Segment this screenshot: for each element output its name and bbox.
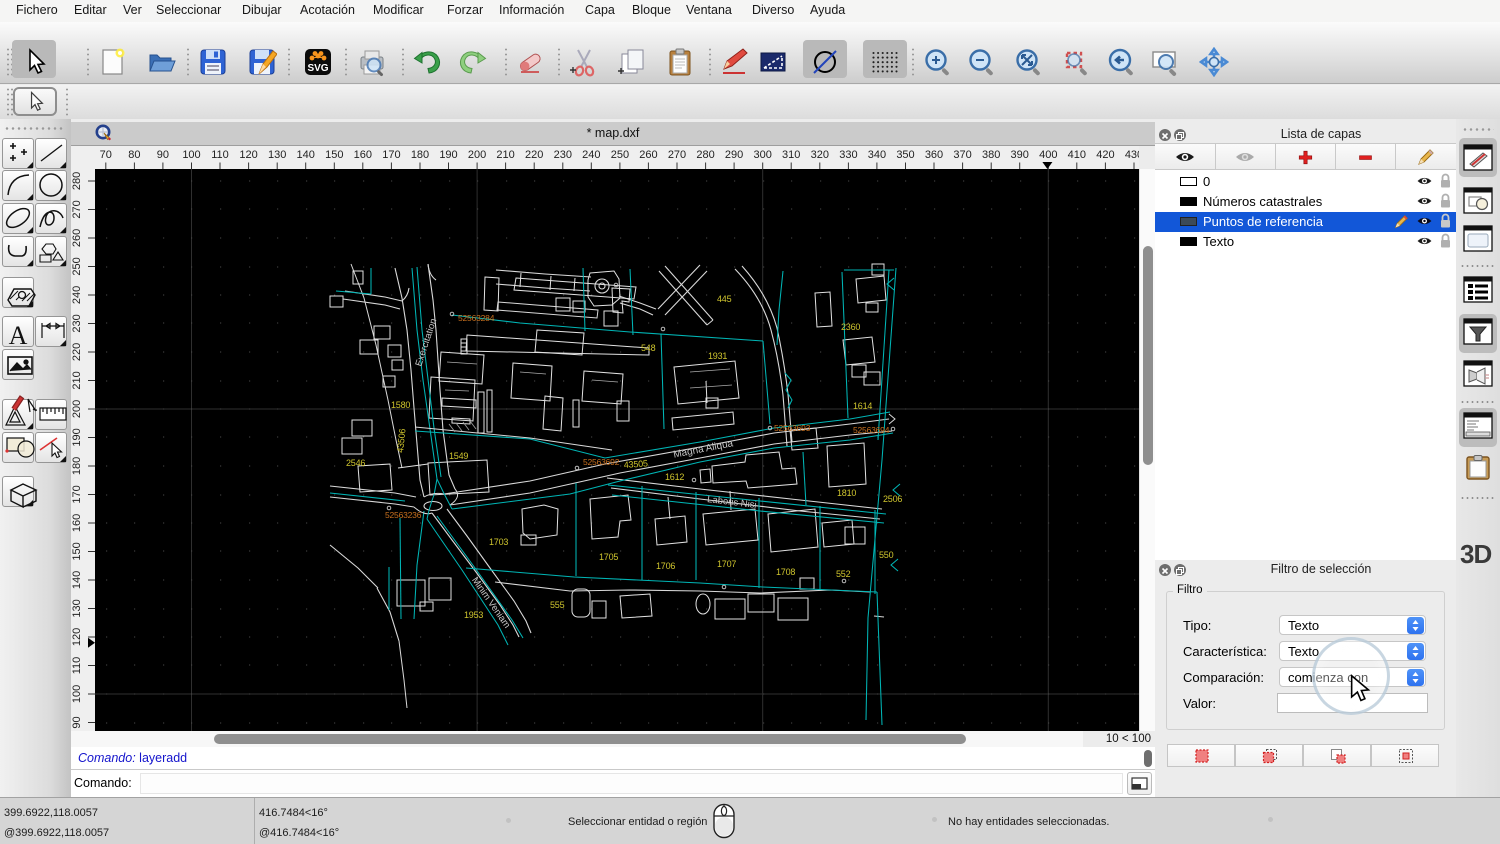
svg-text:90: 90 xyxy=(71,716,83,728)
svg-text:1614: 1614 xyxy=(853,401,872,411)
svg-text:280: 280 xyxy=(71,172,83,190)
svg-text:43506: 43506 xyxy=(395,428,407,453)
svg-text:220: 220 xyxy=(525,149,543,161)
svg-text:150: 150 xyxy=(325,149,343,161)
svg-text:140: 140 xyxy=(71,571,83,589)
svg-text:250: 250 xyxy=(71,257,83,275)
svg-text:1706: 1706 xyxy=(656,561,675,571)
svg-text:52563284: 52563284 xyxy=(458,313,495,323)
svg-text:290: 290 xyxy=(725,149,743,161)
svg-text:350: 350 xyxy=(896,149,914,161)
svg-text:250: 250 xyxy=(611,149,629,161)
svg-text:52563692: 52563692 xyxy=(583,457,620,467)
svg-text:110: 110 xyxy=(211,149,229,161)
svg-text:548: 548 xyxy=(641,343,656,353)
svg-text:240: 240 xyxy=(71,286,83,304)
svg-text:120: 120 xyxy=(239,149,257,161)
svg-text:130: 130 xyxy=(71,599,83,617)
svg-text:1580: 1580 xyxy=(391,400,410,410)
svg-text:445: 445 xyxy=(717,294,732,304)
svg-text:80: 80 xyxy=(128,149,140,161)
svg-text:130: 130 xyxy=(268,149,286,161)
svg-text:240: 240 xyxy=(582,149,600,161)
svg-text:280: 280 xyxy=(696,149,714,161)
svg-text:180: 180 xyxy=(411,149,429,161)
svg-text:410: 410 xyxy=(1068,149,1086,161)
svg-text:1707: 1707 xyxy=(717,559,736,569)
svg-text:SVG: SVG xyxy=(307,63,328,74)
svg-text:70: 70 xyxy=(100,149,112,161)
svg-text:A: A xyxy=(9,321,28,350)
svg-text:360: 360 xyxy=(925,149,943,161)
svg-text:1931: 1931 xyxy=(708,351,727,361)
svg-text:550: 550 xyxy=(879,550,894,560)
svg-text:52563694: 52563694 xyxy=(853,425,890,435)
svg-text:100: 100 xyxy=(71,685,83,703)
svg-text:1705: 1705 xyxy=(599,552,618,562)
svg-text:270: 270 xyxy=(71,200,83,218)
svg-text:170: 170 xyxy=(71,485,83,503)
svg-text:400: 400 xyxy=(1039,149,1057,161)
svg-text:52563693: 52563693 xyxy=(774,423,811,433)
svg-text:43505: 43505 xyxy=(623,458,648,470)
svg-text:150: 150 xyxy=(71,542,83,560)
svg-text:170: 170 xyxy=(382,149,400,161)
svg-text:555: 555 xyxy=(550,600,565,610)
svg-text:Exercitation: Exercitation xyxy=(414,317,440,368)
svg-text:310: 310 xyxy=(782,149,800,161)
svg-text:390: 390 xyxy=(1011,149,1029,161)
svg-text:90: 90 xyxy=(157,149,169,161)
svg-text:320: 320 xyxy=(811,149,829,161)
svg-text:260: 260 xyxy=(71,229,83,247)
svg-text:270: 270 xyxy=(668,149,686,161)
svg-text:380: 380 xyxy=(982,149,1000,161)
svg-text:1703: 1703 xyxy=(489,537,508,547)
svg-text:2506: 2506 xyxy=(883,494,902,504)
svg-text:430: 430 xyxy=(1125,149,1139,161)
svg-text:210: 210 xyxy=(496,149,514,161)
svg-text:1612: 1612 xyxy=(665,472,684,482)
svg-text:1810: 1810 xyxy=(837,488,856,498)
svg-text:140: 140 xyxy=(297,149,315,161)
svg-text:200: 200 xyxy=(468,149,486,161)
svg-text:230: 230 xyxy=(71,314,83,332)
svg-text:100: 100 xyxy=(182,149,200,161)
svg-text:1708: 1708 xyxy=(776,567,795,577)
svg-text:220: 220 xyxy=(71,343,83,361)
svg-text:1549: 1549 xyxy=(449,451,468,461)
svg-text:552: 552 xyxy=(836,569,851,579)
svg-text:160: 160 xyxy=(354,149,372,161)
svg-text:230: 230 xyxy=(554,149,572,161)
svg-text:330: 330 xyxy=(839,149,857,161)
svg-text:420: 420 xyxy=(1096,149,1114,161)
svg-text:180: 180 xyxy=(71,457,83,475)
svg-text:300: 300 xyxy=(754,149,772,161)
svg-text:110: 110 xyxy=(71,657,83,675)
svg-text:190: 190 xyxy=(71,428,83,446)
svg-text:2546: 2546 xyxy=(346,458,365,468)
svg-text:370: 370 xyxy=(953,149,971,161)
svg-text:200: 200 xyxy=(71,400,83,418)
svg-text:120: 120 xyxy=(71,628,83,646)
svg-text:2360: 2360 xyxy=(841,322,860,332)
svg-text:1953: 1953 xyxy=(464,610,483,620)
svg-text:260: 260 xyxy=(639,149,657,161)
svg-text:190: 190 xyxy=(439,149,457,161)
svg-text:160: 160 xyxy=(71,514,83,532)
svg-text:52563236: 52563236 xyxy=(385,510,422,520)
svg-text:340: 340 xyxy=(868,149,886,161)
svg-text:210: 210 xyxy=(71,371,83,389)
